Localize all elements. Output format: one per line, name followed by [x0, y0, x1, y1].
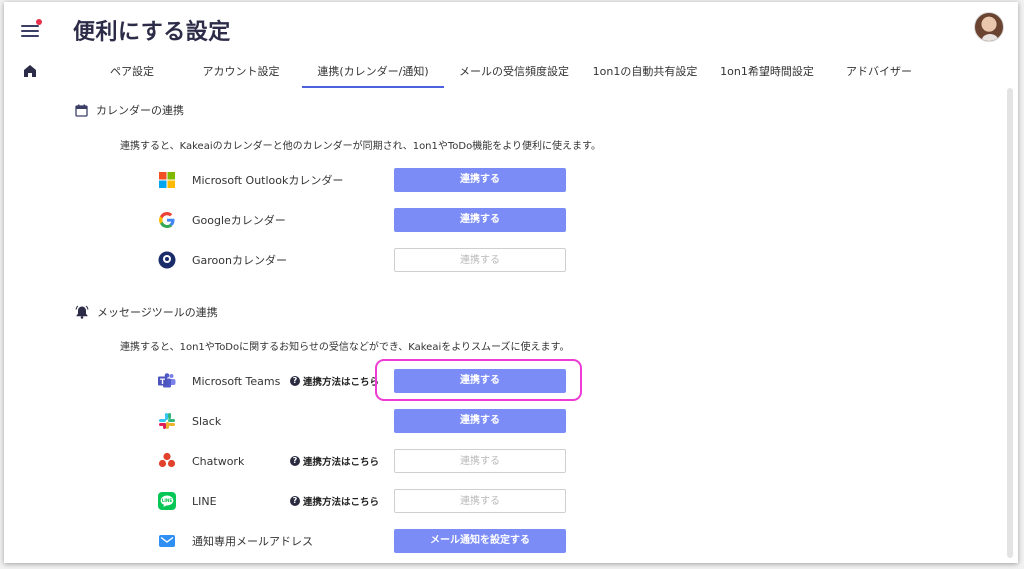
notification-dot	[36, 19, 42, 25]
chatwork-logo-icon	[158, 452, 176, 470]
tab-pair-settings[interactable]: ペア設定	[84, 60, 180, 88]
service-name: 通知専用メールアドレス	[192, 535, 313, 548]
service-name: Garoonカレンダー	[192, 254, 287, 267]
calendar-section-description: 連携すると、Kakeaiのカレンダーと他のカレンダーが同期され、1on1やToD…	[120, 141, 602, 152]
service-row-slack: Slack 連携する	[158, 409, 566, 433]
message-section-heading: メッセージツールの連携	[75, 304, 218, 320]
tab-account-settings[interactable]: アカウント設定	[180, 60, 302, 88]
tab-mail-frequency[interactable]: メールの受信頻度設定	[444, 60, 584, 88]
svg-text:LINE: LINE	[162, 498, 173, 503]
line-help-link[interactable]: ? 連携方法はこちら	[290, 494, 379, 508]
connect-outlook-button[interactable]: 連携する	[394, 168, 566, 192]
mail-icon	[158, 532, 176, 550]
service-name: Microsoft Outlookカレンダー	[192, 174, 344, 187]
connect-line-button[interactable]: 連携する	[394, 489, 566, 513]
service-name: Slack	[192, 414, 222, 428]
teams-logo-icon	[158, 372, 176, 390]
service-name: Googleカレンダー	[192, 214, 286, 227]
service-row-google: Googleカレンダー 連携する	[158, 208, 566, 232]
scrollbar[interactable]	[1007, 88, 1013, 558]
service-name: LINE	[192, 494, 217, 508]
garoon-logo-icon	[158, 251, 176, 269]
calendar-icon	[75, 104, 88, 117]
message-section-title: メッセージツールの連携	[97, 306, 218, 319]
teams-help-link[interactable]: ? 連携方法はこちら	[290, 374, 379, 388]
calendar-section-title: カレンダーの連携	[96, 104, 184, 117]
chatwork-help-link[interactable]: ? 連携方法はこちら	[290, 454, 379, 468]
service-row-teams: Microsoft Teams ? 連携方法はこちら 連携する	[158, 369, 566, 393]
user-avatar[interactable]	[974, 12, 1004, 42]
service-name: Microsoft Teams	[192, 374, 281, 388]
service-row-email: 通知専用メールアドレス メール通知を設定する	[158, 529, 566, 553]
connect-slack-button[interactable]: 連携する	[394, 409, 566, 433]
home-icon[interactable]	[23, 64, 37, 78]
connect-google-button[interactable]: 連携する	[394, 208, 566, 232]
connect-garoon-button[interactable]: 連携する	[394, 248, 566, 272]
service-row-outlook: Microsoft Outlookカレンダー 連携する	[158, 168, 566, 192]
slack-logo-icon	[158, 412, 176, 430]
message-section-description: 連携すると、1on1やToDoに関するお知らせの受信などができ、Kakeaiをよ…	[120, 342, 570, 353]
service-row-line: LINE LINE ? 連携方法はこちら 連携する	[158, 489, 566, 513]
help-icon: ?	[290, 496, 300, 506]
bell-icon	[75, 305, 89, 319]
service-row-garoon: Garoonカレンダー 連携する	[158, 248, 566, 272]
app-window: 便利にする設定 ペア設定 アカウント設定 連携(カレンダー/通知) メールの受信…	[4, 2, 1018, 563]
settings-tabs: ペア設定 アカウント設定 連携(カレンダー/通知) メールの受信頻度設定 1on…	[84, 60, 930, 88]
set-email-notification-button[interactable]: メール通知を設定する	[394, 529, 566, 553]
connect-chatwork-button[interactable]: 連携する	[394, 449, 566, 473]
line-logo-icon: LINE	[158, 492, 176, 510]
google-logo-icon	[158, 211, 176, 229]
tab-integrations[interactable]: 連携(カレンダー/通知)	[302, 60, 444, 88]
service-row-chatwork: Chatwork ? 連携方法はこちら 連携する	[158, 449, 566, 473]
tab-1on1-preferred-time[interactable]: 1on1希望時間設定	[706, 60, 828, 88]
page-title: 便利にする設定	[73, 20, 231, 45]
microsoft-logo-icon	[158, 171, 176, 189]
service-name: Chatwork	[192, 454, 245, 468]
hamburger-menu-icon[interactable]	[21, 19, 42, 37]
tab-1on1-auto-share[interactable]: 1on1の自動共有設定	[584, 60, 706, 88]
tab-advisor[interactable]: アドバイザー	[828, 60, 930, 88]
help-icon: ?	[290, 456, 300, 466]
highlight-annotation	[375, 359, 582, 401]
calendar-section-heading: カレンダーの連携	[75, 102, 184, 118]
help-icon: ?	[290, 376, 300, 386]
